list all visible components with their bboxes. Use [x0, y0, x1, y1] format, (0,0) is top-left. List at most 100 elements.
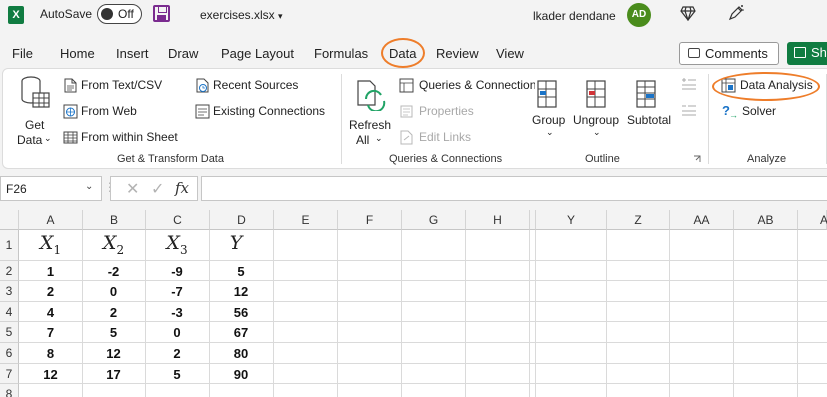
header-subscript: 3	[179, 242, 188, 257]
column-header[interactable]: F	[338, 210, 402, 230]
column-header[interactable]: A	[798, 210, 827, 230]
tab-view[interactable]: View	[496, 46, 524, 61]
column-header[interactable]: Y	[536, 210, 607, 230]
check-icon[interactable]: ✓	[151, 179, 164, 199]
file-name[interactable]: exercises.xlsx ▾	[200, 8, 283, 22]
existing-connections-label: Existing Connections	[213, 104, 326, 118]
cell[interactable]: 90	[209, 367, 273, 382]
from-text-csv-button[interactable]: From Text/CSV	[61, 77, 181, 95]
group-label: Group	[532, 113, 566, 127]
cell[interactable]: 8	[19, 346, 82, 361]
column-header[interactable]: G	[402, 210, 466, 230]
cell[interactable]: 0	[82, 284, 145, 299]
cell[interactable]: 12	[82, 346, 145, 361]
dialog-launcher-icon[interactable]	[693, 155, 701, 163]
solver-button[interactable]: ? → Solver	[720, 103, 790, 121]
tab-file[interactable]: File	[12, 46, 33, 61]
tab-draw[interactable]: Draw	[168, 46, 198, 61]
column-header[interactable]: A	[19, 210, 83, 230]
cell[interactable]: 1	[19, 264, 82, 279]
queries-connections-button[interactable]: Queries & Connections	[397, 77, 535, 95]
insert-function-icon[interactable]: fx	[175, 179, 189, 197]
tab-review[interactable]: Review	[436, 46, 479, 61]
header-subscript: 1	[53, 242, 62, 257]
cell[interactable]: 7	[19, 325, 82, 340]
formula-actions: ✕ ✓ fx	[110, 176, 198, 201]
group-label-outline: Outline	[585, 153, 620, 165]
column-header[interactable]: B	[83, 210, 146, 230]
cell[interactable]: 4	[19, 305, 82, 320]
cell-header-x1[interactable]: X1	[19, 232, 82, 257]
column-header[interactable]: H	[466, 210, 530, 230]
existing-connections-button[interactable]: Existing Connections	[193, 103, 333, 121]
row-header[interactable]: 1	[0, 230, 19, 261]
cell[interactable]: 80	[209, 346, 273, 361]
edit-links-button[interactable]: Edit Links	[397, 129, 487, 147]
group-button[interactable]: Group ⌄	[532, 75, 568, 147]
cell[interactable]: 2	[145, 346, 209, 361]
tab-insert[interactable]: Insert	[116, 46, 149, 61]
row-header[interactable]: 6	[0, 343, 19, 364]
cell[interactable]: 5	[145, 367, 209, 382]
cell-header-x3[interactable]: X3	[145, 232, 209, 257]
cell[interactable]: 0	[145, 325, 209, 340]
grid-line	[535, 230, 536, 397]
tab-page-layout[interactable]: Page Layout	[221, 46, 294, 61]
show-detail-button[interactable]	[681, 77, 699, 93]
recent-sources-button[interactable]: Recent Sources	[193, 77, 313, 95]
cell[interactable]: 5	[82, 325, 145, 340]
cell[interactable]: 17	[82, 367, 145, 382]
cell[interactable]: -7	[145, 284, 209, 299]
cancel-icon[interactable]: ✕	[126, 179, 139, 199]
row-header[interactable]: 8	[0, 384, 19, 397]
hide-detail-button[interactable]	[681, 103, 699, 119]
autosave-state: Off	[118, 7, 134, 21]
tab-home[interactable]: Home	[60, 46, 95, 61]
refresh-all-button[interactable]: Refresh All ⌄	[347, 75, 393, 147]
comments-button[interactable]: Comments	[679, 42, 779, 65]
column-header[interactable]: E	[274, 210, 338, 230]
column-header[interactable]: D	[210, 210, 274, 230]
cell[interactable]: 56	[209, 305, 273, 320]
formula-input[interactable]	[201, 176, 827, 201]
pen-icon[interactable]	[727, 4, 745, 22]
properties-button[interactable]: Properties	[397, 103, 487, 121]
header-base: X	[39, 232, 54, 254]
cell-header-x2[interactable]: X2	[82, 232, 145, 257]
cell[interactable]: 5	[209, 264, 273, 279]
subtotal-button[interactable]: Subtotal	[625, 75, 675, 135]
cell-header-y[interactable]: Y	[209, 232, 263, 257]
spreadsheet-grid[interactable]: A B C D E F G H Y Z AA AB A 1 2 3 4 5 6 …	[0, 210, 827, 397]
from-within-sheet-button[interactable]: From within Sheet	[61, 129, 191, 147]
column-header[interactable]: AB	[734, 210, 798, 230]
autosave-toggle[interactable]: Off	[97, 4, 142, 24]
row-header[interactable]: 3	[0, 281, 19, 302]
column-header[interactable]: AA	[670, 210, 734, 230]
cell[interactable]: 2	[19, 284, 82, 299]
column-header[interactable]: Z	[607, 210, 670, 230]
cell[interactable]: -3	[145, 305, 209, 320]
cell[interactable]: -2	[82, 264, 145, 279]
row-header[interactable]: 5	[0, 322, 19, 343]
avatar[interactable]: AD	[627, 3, 651, 27]
table-icon	[63, 131, 78, 144]
cell[interactable]: 12	[19, 367, 82, 382]
row-header[interactable]: 4	[0, 302, 19, 322]
cell[interactable]: -9	[145, 264, 209, 279]
cell[interactable]: 2	[82, 305, 145, 320]
select-all-corner[interactable]	[0, 210, 19, 230]
ungroup-button[interactable]: Ungroup ⌄	[571, 75, 621, 147]
tab-formulas[interactable]: Formulas	[314, 46, 368, 61]
row-header[interactable]: 7	[0, 364, 19, 384]
get-data-button[interactable]: Get Data ⌄	[13, 75, 55, 147]
cell[interactable]: 12	[209, 284, 273, 299]
save-icon[interactable]	[153, 5, 170, 22]
row-header[interactable]: 2	[0, 261, 19, 281]
ribbon-panel: Get Data ⌄ From Text/CSV From Web From w…	[2, 68, 827, 169]
column-header[interactable]: C	[146, 210, 210, 230]
share-button[interactable]: Sh	[787, 42, 827, 65]
name-box[interactable]: F26 ⌄	[0, 176, 102, 201]
from-web-button[interactable]: From Web	[61, 103, 161, 121]
diamond-icon[interactable]	[680, 5, 696, 21]
cell[interactable]: 67	[209, 325, 273, 340]
